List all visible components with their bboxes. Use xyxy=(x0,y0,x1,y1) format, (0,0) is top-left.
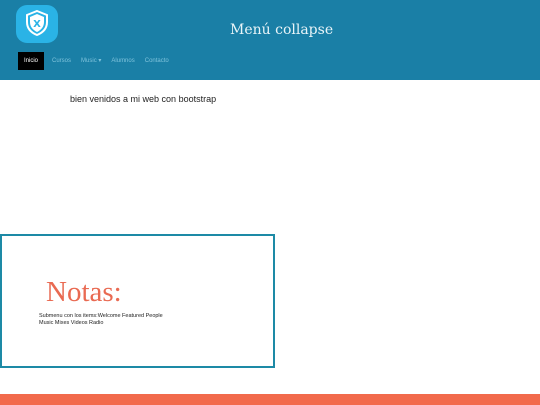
logo[interactable]: X xyxy=(16,5,58,43)
nav-item-contacto[interactable]: Contacto xyxy=(145,52,169,70)
welcome-text: bien venidos a mi web con bootstrap xyxy=(70,94,217,104)
footer-bar xyxy=(0,394,540,405)
notes-title: Notas: xyxy=(46,276,122,308)
notes-text: Submenu con los items:Welcome Featured P… xyxy=(39,313,163,326)
nav-item-cursos[interactable]: Cursos xyxy=(52,52,71,70)
nav-item-music-dropdown[interactable]: Music ▾ xyxy=(81,52,101,70)
svg-text:X: X xyxy=(33,19,41,30)
site-title: Menú collapse xyxy=(230,22,334,38)
site-header: X Menú collapse Inicio Cursos Music ▾ Al… xyxy=(0,0,540,80)
nav-item-inicio[interactable]: Inicio xyxy=(18,52,45,70)
main-nav: Inicio Cursos Music ▾ Alumnos Contacto xyxy=(18,52,179,70)
nav-item-alumnos[interactable]: Alumnos xyxy=(111,52,134,70)
shield-x-icon: X xyxy=(26,10,48,36)
notes-box: Notas: Submenu con los items:Welcome Fea… xyxy=(0,234,275,368)
